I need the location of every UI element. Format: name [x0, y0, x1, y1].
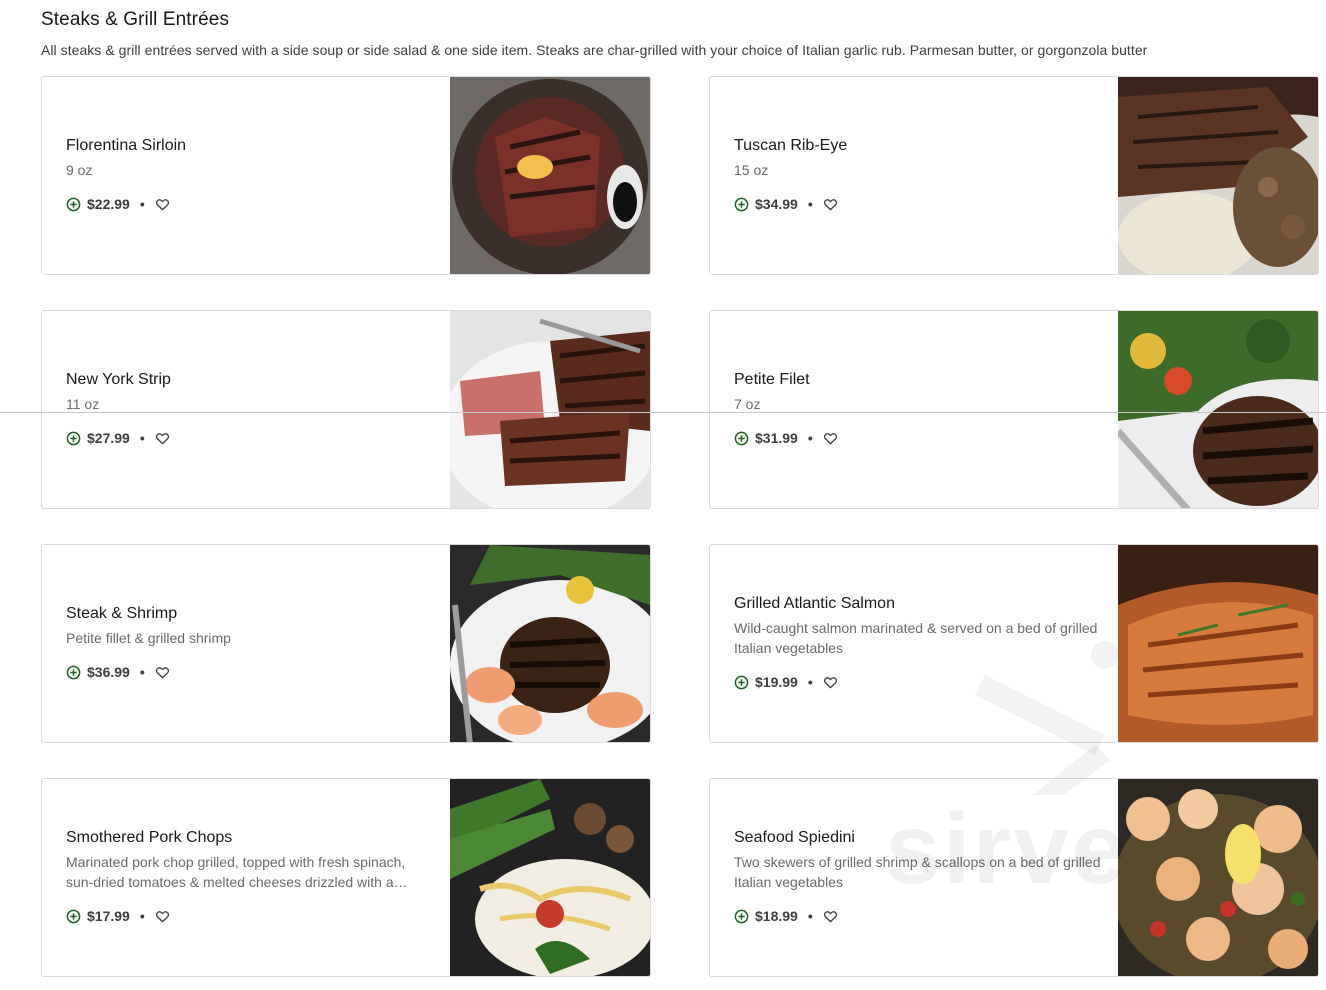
item-price: $18.99: [755, 908, 798, 924]
heart-icon[interactable]: [155, 431, 170, 446]
item-name: Tuscan Rib-Eye: [734, 137, 848, 154]
item-photo: [450, 779, 650, 976]
menu-item-card[interactable]: Steak & Shrimp Petite fillet & grilled s…: [41, 544, 651, 743]
add-circle-icon[interactable]: [66, 909, 81, 924]
add-circle-icon[interactable]: [66, 431, 81, 446]
separator-dot: •: [807, 196, 813, 212]
item-name: Florentina Sirloin: [66, 137, 187, 154]
heart-icon[interactable]: [155, 665, 170, 680]
item-photo: [1118, 311, 1318, 508]
item-description: 11 oz: [66, 396, 100, 412]
item-description: 9 oz: [66, 162, 93, 178]
add-circle-icon[interactable]: [734, 675, 749, 690]
item-name: Seafood Spiedini: [734, 829, 855, 846]
menu-item-card[interactable]: Grilled Atlantic Salmon Wild-caught salm…: [709, 544, 1319, 743]
item-photo: [1118, 779, 1318, 976]
item-photo: [450, 311, 650, 508]
heart-icon[interactable]: [823, 909, 838, 924]
item-photo: [450, 545, 650, 742]
menu-item-card[interactable]: Smothered Pork Chops Marinated pork chop…: [41, 778, 651, 977]
item-description: Wild-caught salmon marinated & served on…: [734, 620, 1098, 656]
item-description: Marinated pork chop grilled, topped with…: [66, 854, 408, 890]
menu-item-card[interactable]: Florentina Sirloin 9 oz $22.99 •: [41, 76, 651, 275]
separator-dot: •: [807, 674, 813, 690]
item-name: New York Strip: [66, 371, 171, 388]
item-price: $34.99: [755, 196, 798, 212]
item-photo: [1118, 77, 1318, 274]
item-photo: [1118, 545, 1318, 742]
item-photo: [450, 77, 650, 274]
menu-item-grid: Florentina Sirloin 9 oz $22.99 • Tuscan …: [0, 0, 1326, 990]
item-name: Grilled Atlantic Salmon: [734, 595, 895, 612]
heart-icon[interactable]: [823, 675, 838, 690]
item-price: $22.99: [87, 196, 130, 212]
separator-dot: •: [139, 908, 145, 924]
menu-item-card[interactable]: Seafood Spiedini Two skewers of grilled …: [709, 778, 1319, 977]
separator-dot: •: [807, 430, 813, 446]
add-circle-icon[interactable]: [734, 431, 749, 446]
item-price: $17.99: [87, 908, 130, 924]
item-description: 15 oz: [734, 162, 769, 178]
item-price: $19.99: [755, 674, 798, 690]
item-description: Petite fillet & grilled shrimp: [66, 630, 231, 646]
item-name: Smothered Pork Chops: [66, 829, 233, 846]
separator-dot: •: [139, 430, 145, 446]
item-price: $31.99: [755, 430, 798, 446]
add-circle-icon[interactable]: [734, 909, 749, 924]
add-circle-icon[interactable]: [66, 197, 81, 212]
heart-icon[interactable]: [823, 431, 838, 446]
heart-icon[interactable]: [155, 909, 170, 924]
menu-item-card[interactable]: Petite Filet 7 oz $31.99 •: [709, 310, 1319, 509]
add-circle-icon[interactable]: [734, 197, 749, 212]
separator-dot: •: [807, 908, 813, 924]
heart-icon[interactable]: [155, 197, 170, 212]
separator-dot: •: [139, 664, 145, 680]
item-description: 7 oz: [734, 396, 761, 412]
item-name: Petite Filet: [734, 371, 810, 388]
menu-item-card[interactable]: Tuscan Rib-Eye 15 oz $34.99 •: [709, 76, 1319, 275]
heart-icon[interactable]: [823, 197, 838, 212]
item-description: Two skewers of grilled shrimp & scallops…: [734, 854, 1101, 890]
divider-line: [0, 412, 1326, 413]
item-name: Steak & Shrimp: [66, 605, 178, 622]
menu-item-card[interactable]: New York Strip 11 oz $27.99 •: [41, 310, 651, 509]
item-price: $27.99: [87, 430, 130, 446]
add-circle-icon[interactable]: [66, 665, 81, 680]
separator-dot: •: [139, 196, 145, 212]
item-price: $36.99: [87, 664, 130, 680]
